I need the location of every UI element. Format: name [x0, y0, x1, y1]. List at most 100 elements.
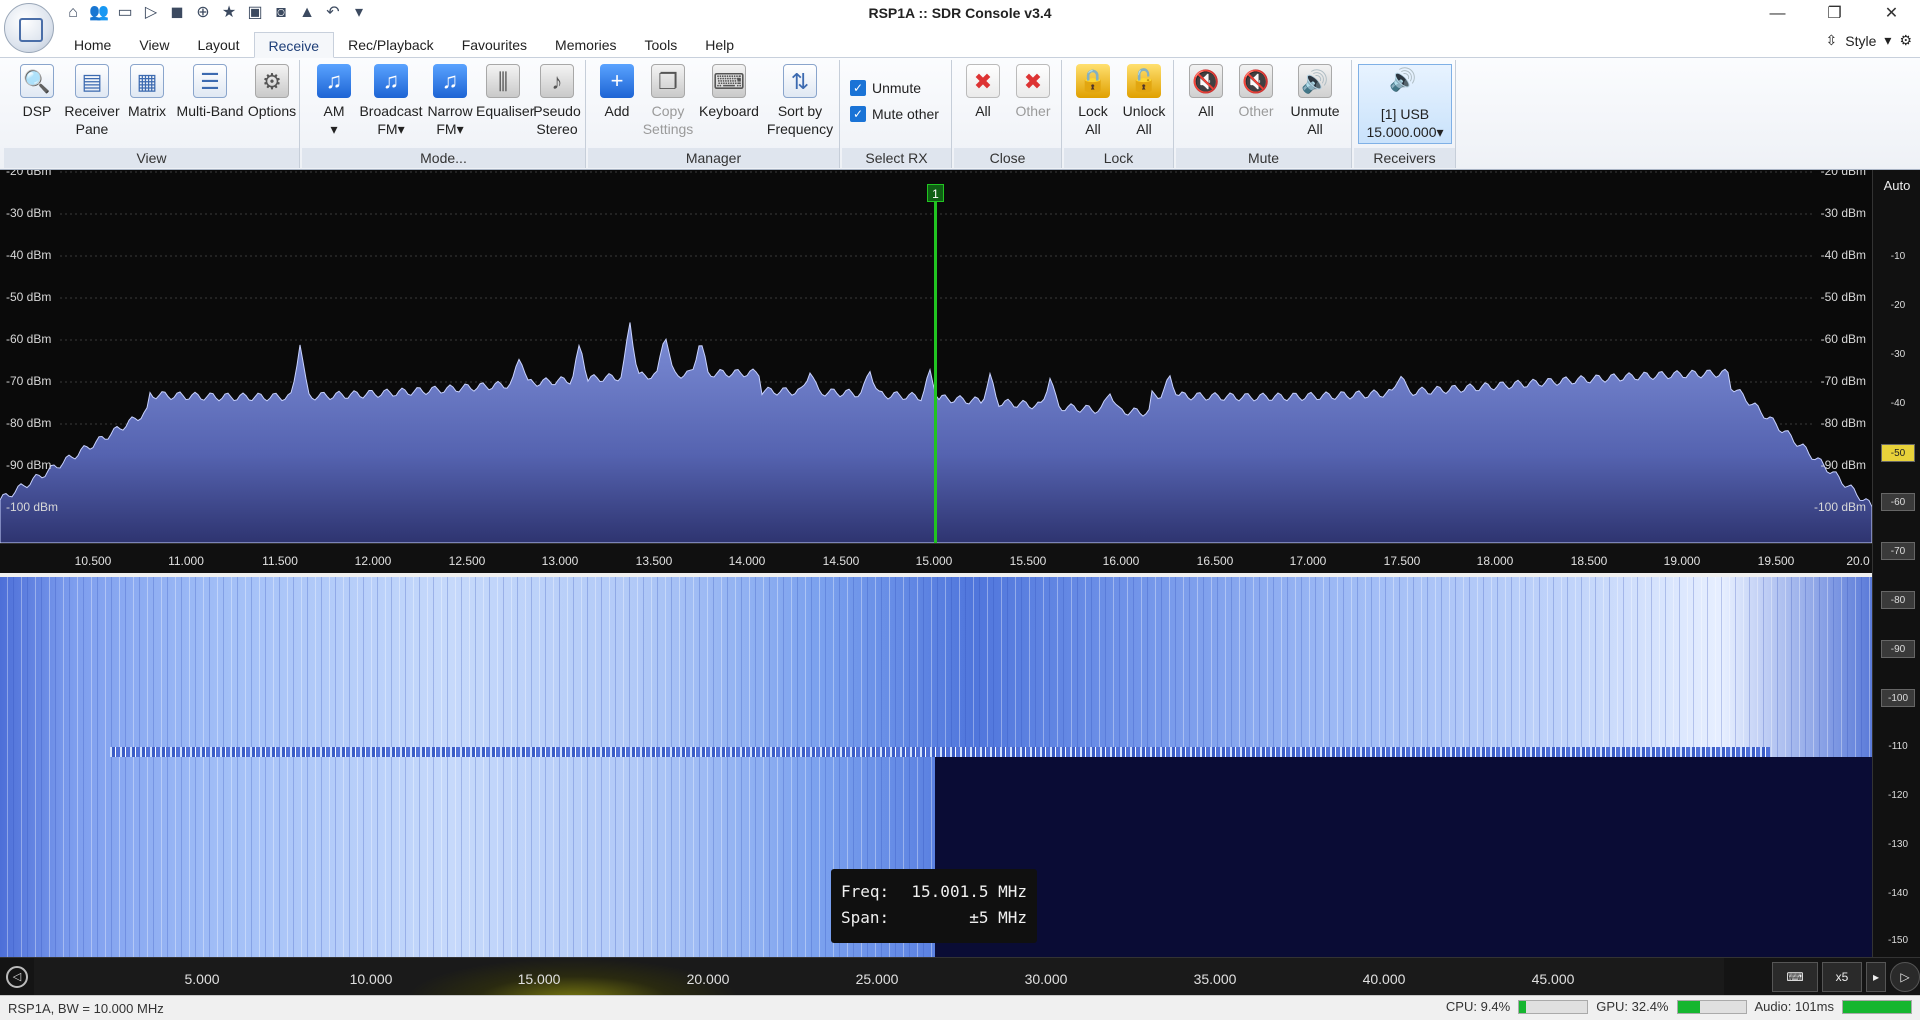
- scale-level-marker[interactable]: -100: [1881, 689, 1915, 707]
- close-button[interactable]: ✕: [1863, 0, 1920, 28]
- group-label-mute: Mute: [1176, 148, 1351, 168]
- keyboard-button[interactable]: ⌨ Keyboard: [696, 64, 762, 120]
- keyboard-icon[interactable]: ⌨: [1772, 962, 1818, 992]
- group-label-view: View: [4, 148, 299, 168]
- tab-view[interactable]: View: [125, 32, 183, 58]
- tab-home[interactable]: Home: [60, 32, 125, 58]
- copy-settings-button[interactable]: ❐ Copy Settings: [640, 64, 696, 138]
- level-scale[interactable]: Auto -10 -20 -30 -40 -50 -60 -70 -80 -90…: [1872, 170, 1920, 957]
- unmute-checkbox[interactable]: ✓ Unmute: [850, 80, 921, 96]
- band-overview[interactable]: ◁ 5.000 10.000 15.000 20.000 25.000 30.0…: [0, 957, 1920, 996]
- cpu-meter: [1518, 999, 1589, 1014]
- overview-strip[interactable]: 5.000 10.000 15.000 20.000 25.000 30.000…: [34, 958, 1724, 996]
- receiver-pane-button[interactable]: ▤ Receiver Pane: [62, 64, 122, 138]
- receiver-marker-label[interactable]: 1: [927, 184, 944, 202]
- speaker-icon: 🔊: [1389, 67, 1417, 92]
- mute-other-checkbox[interactable]: ✓ Mute other: [850, 106, 939, 122]
- scale-level-marker[interactable]: -70: [1881, 542, 1915, 560]
- app-menu-button[interactable]: [4, 3, 54, 53]
- db-label: -40 dBm: [6, 248, 52, 262]
- receiver-selector[interactable]: 🔊 [1] USB 15.000.000▾: [1358, 64, 1452, 144]
- db-label: -50 dBm: [6, 290, 52, 304]
- dsp-button[interactable]: 🔍 DSP: [12, 64, 62, 120]
- scale-level-marker[interactable]: -90: [1881, 640, 1915, 658]
- close-other-button[interactable]: ✖ Other: [1008, 64, 1058, 120]
- cpu-meter-fill: [1519, 1000, 1526, 1013]
- db-label: -70 dBm: [1820, 374, 1866, 388]
- db-label: -100 dBm: [1813, 500, 1866, 514]
- narrow-fm-button[interactable]: ♫ Narrow FM▾: [424, 64, 476, 138]
- auto-level-button[interactable]: Auto: [1873, 178, 1920, 193]
- copy-icon: ❐: [651, 64, 685, 98]
- sort-by-frequency-button[interactable]: ⇅ Sort by Frequency: [764, 64, 836, 138]
- db-label: -70 dBm: [6, 374, 52, 388]
- ribbon-group-mute: 🔇 All 🔇 Other 🔊 Unmute All Mute: [1176, 60, 1352, 168]
- tab-favourites[interactable]: Favourites: [448, 32, 541, 58]
- scale-level-marker[interactable]: -60: [1881, 493, 1915, 511]
- mute-all-button[interactable]: 🔇 All: [1182, 64, 1230, 120]
- ribbon-group-mode: ♫ AM ▾ ♫ Broadcast FM▾ ♫ Narrow FM▾ ⫼ Equ…: [302, 60, 586, 168]
- unmute-all-button[interactable]: 🔊 Unmute All: [1284, 64, 1346, 138]
- music-note-icon: ♫: [374, 64, 408, 98]
- add-icon: +: [600, 64, 634, 98]
- unlock-icon: 🔓: [1127, 64, 1161, 98]
- scale-mark: -20: [1890, 300, 1906, 311]
- window-controls: — ❐ ✕: [1749, 0, 1920, 28]
- multi-band-button[interactable]: ☰ Multi-Band: [174, 64, 246, 120]
- broadcast-fm-button[interactable]: ♫ Broadcast FM▾: [358, 64, 424, 138]
- frequency-axis[interactable]: 10.500 11.000 11.500 12.000 12.500 13.00…: [0, 543, 1872, 573]
- options-button[interactable]: ⚙ Options: [246, 64, 298, 120]
- title-bar: ⌂ 👥 ▭ ▷ ◼ ⊕ ★ ▣ ◙ ▲ ↶ ▾ RSP1A :: SDR Con…: [0, 0, 1920, 53]
- overview-tick-label: 10.000: [349, 971, 393, 987]
- equaliser-button[interactable]: ⫼ Equaliser: [476, 64, 534, 120]
- freq-tick-label: 14.000: [728, 554, 766, 568]
- tab-receive[interactable]: Receive: [253, 32, 335, 58]
- gear-icon: ⚙: [255, 64, 289, 98]
- tab-tools[interactable]: Tools: [631, 32, 692, 58]
- minimize-button[interactable]: —: [1749, 0, 1806, 28]
- mute-other-button[interactable]: 🔇 Other: [1230, 64, 1282, 120]
- overview-tick-label: 5.000: [184, 971, 220, 987]
- chevron-down-icon: ▾: [1436, 124, 1444, 140]
- freq-tick-label: 17.500: [1383, 554, 1421, 568]
- freq-tick-label: 18.500: [1570, 554, 1608, 568]
- ribbon-group-close: ✖ All ✖ Other Close: [954, 60, 1062, 168]
- close-window-icon: ✖: [966, 64, 1000, 98]
- freq-tick-label: 13.000: [541, 554, 579, 568]
- scale-level-marker[interactable]: -80: [1881, 591, 1915, 609]
- receiver-pane-icon: ▤: [75, 64, 109, 98]
- gear-icon[interactable]: ⚙: [1899, 32, 1912, 49]
- db-label: -30 dBm: [1820, 206, 1866, 220]
- tab-layout[interactable]: Layout: [183, 32, 253, 58]
- freq-tick-label: 19.000: [1663, 554, 1701, 568]
- add-button[interactable]: + Add: [594, 64, 640, 120]
- zoom-factor[interactable]: x5: [1822, 962, 1862, 992]
- ribbon: 🔍 DSP ▤ Receiver Pane ▦ Matrix ☰ Multi-B…: [0, 58, 1920, 170]
- receiver-marker-line[interactable]: [934, 184, 937, 543]
- spectrum-display[interactable]: -20 dBm -30 dBm -40 dBm -50 dBm -60 dBm …: [0, 170, 1872, 543]
- lock-icon: 🔒: [1076, 64, 1110, 98]
- freq-tick-label: 12.500: [448, 554, 486, 568]
- scale-mark: -110: [1888, 741, 1908, 752]
- tab-help[interactable]: Help: [691, 32, 748, 58]
- scale-level-marker-active[interactable]: -50: [1881, 444, 1915, 462]
- gpu-meter: [1676, 999, 1747, 1014]
- play-arrow-icon[interactable]: ▸: [1866, 962, 1886, 992]
- style-menu[interactable]: ⇳ Style ▾ ⚙: [1826, 32, 1912, 49]
- lock-all-button[interactable]: 🔒 Lock All: [1068, 64, 1118, 138]
- unlock-all-button[interactable]: 🔓 Unlock All: [1118, 64, 1170, 138]
- rewind-icon[interactable]: ◁: [6, 966, 28, 988]
- tab-memories[interactable]: Memories: [541, 32, 630, 58]
- keyboard-icon: ⌨: [712, 64, 746, 98]
- tooltip-span-label: Span:: [841, 908, 890, 927]
- restore-button[interactable]: ❐: [1806, 0, 1863, 28]
- matrix-button[interactable]: ▦ Matrix: [122, 64, 172, 120]
- forward-icon[interactable]: ▷: [1890, 962, 1920, 992]
- ribbon-tab-bar: Home View Layout Receive Rec/Playback Fa…: [0, 28, 1920, 58]
- tab-rec-playback[interactable]: Rec/Playback: [334, 32, 448, 58]
- am-button[interactable]: ♫ AM ▾: [310, 64, 358, 138]
- overview-tick-label: 45.000: [1531, 971, 1575, 987]
- pseudo-stereo-button[interactable]: ♪ Pseudo Stereo: [530, 64, 584, 138]
- db-label: -60 dBm: [6, 332, 52, 346]
- close-all-button[interactable]: ✖ All: [958, 64, 1008, 120]
